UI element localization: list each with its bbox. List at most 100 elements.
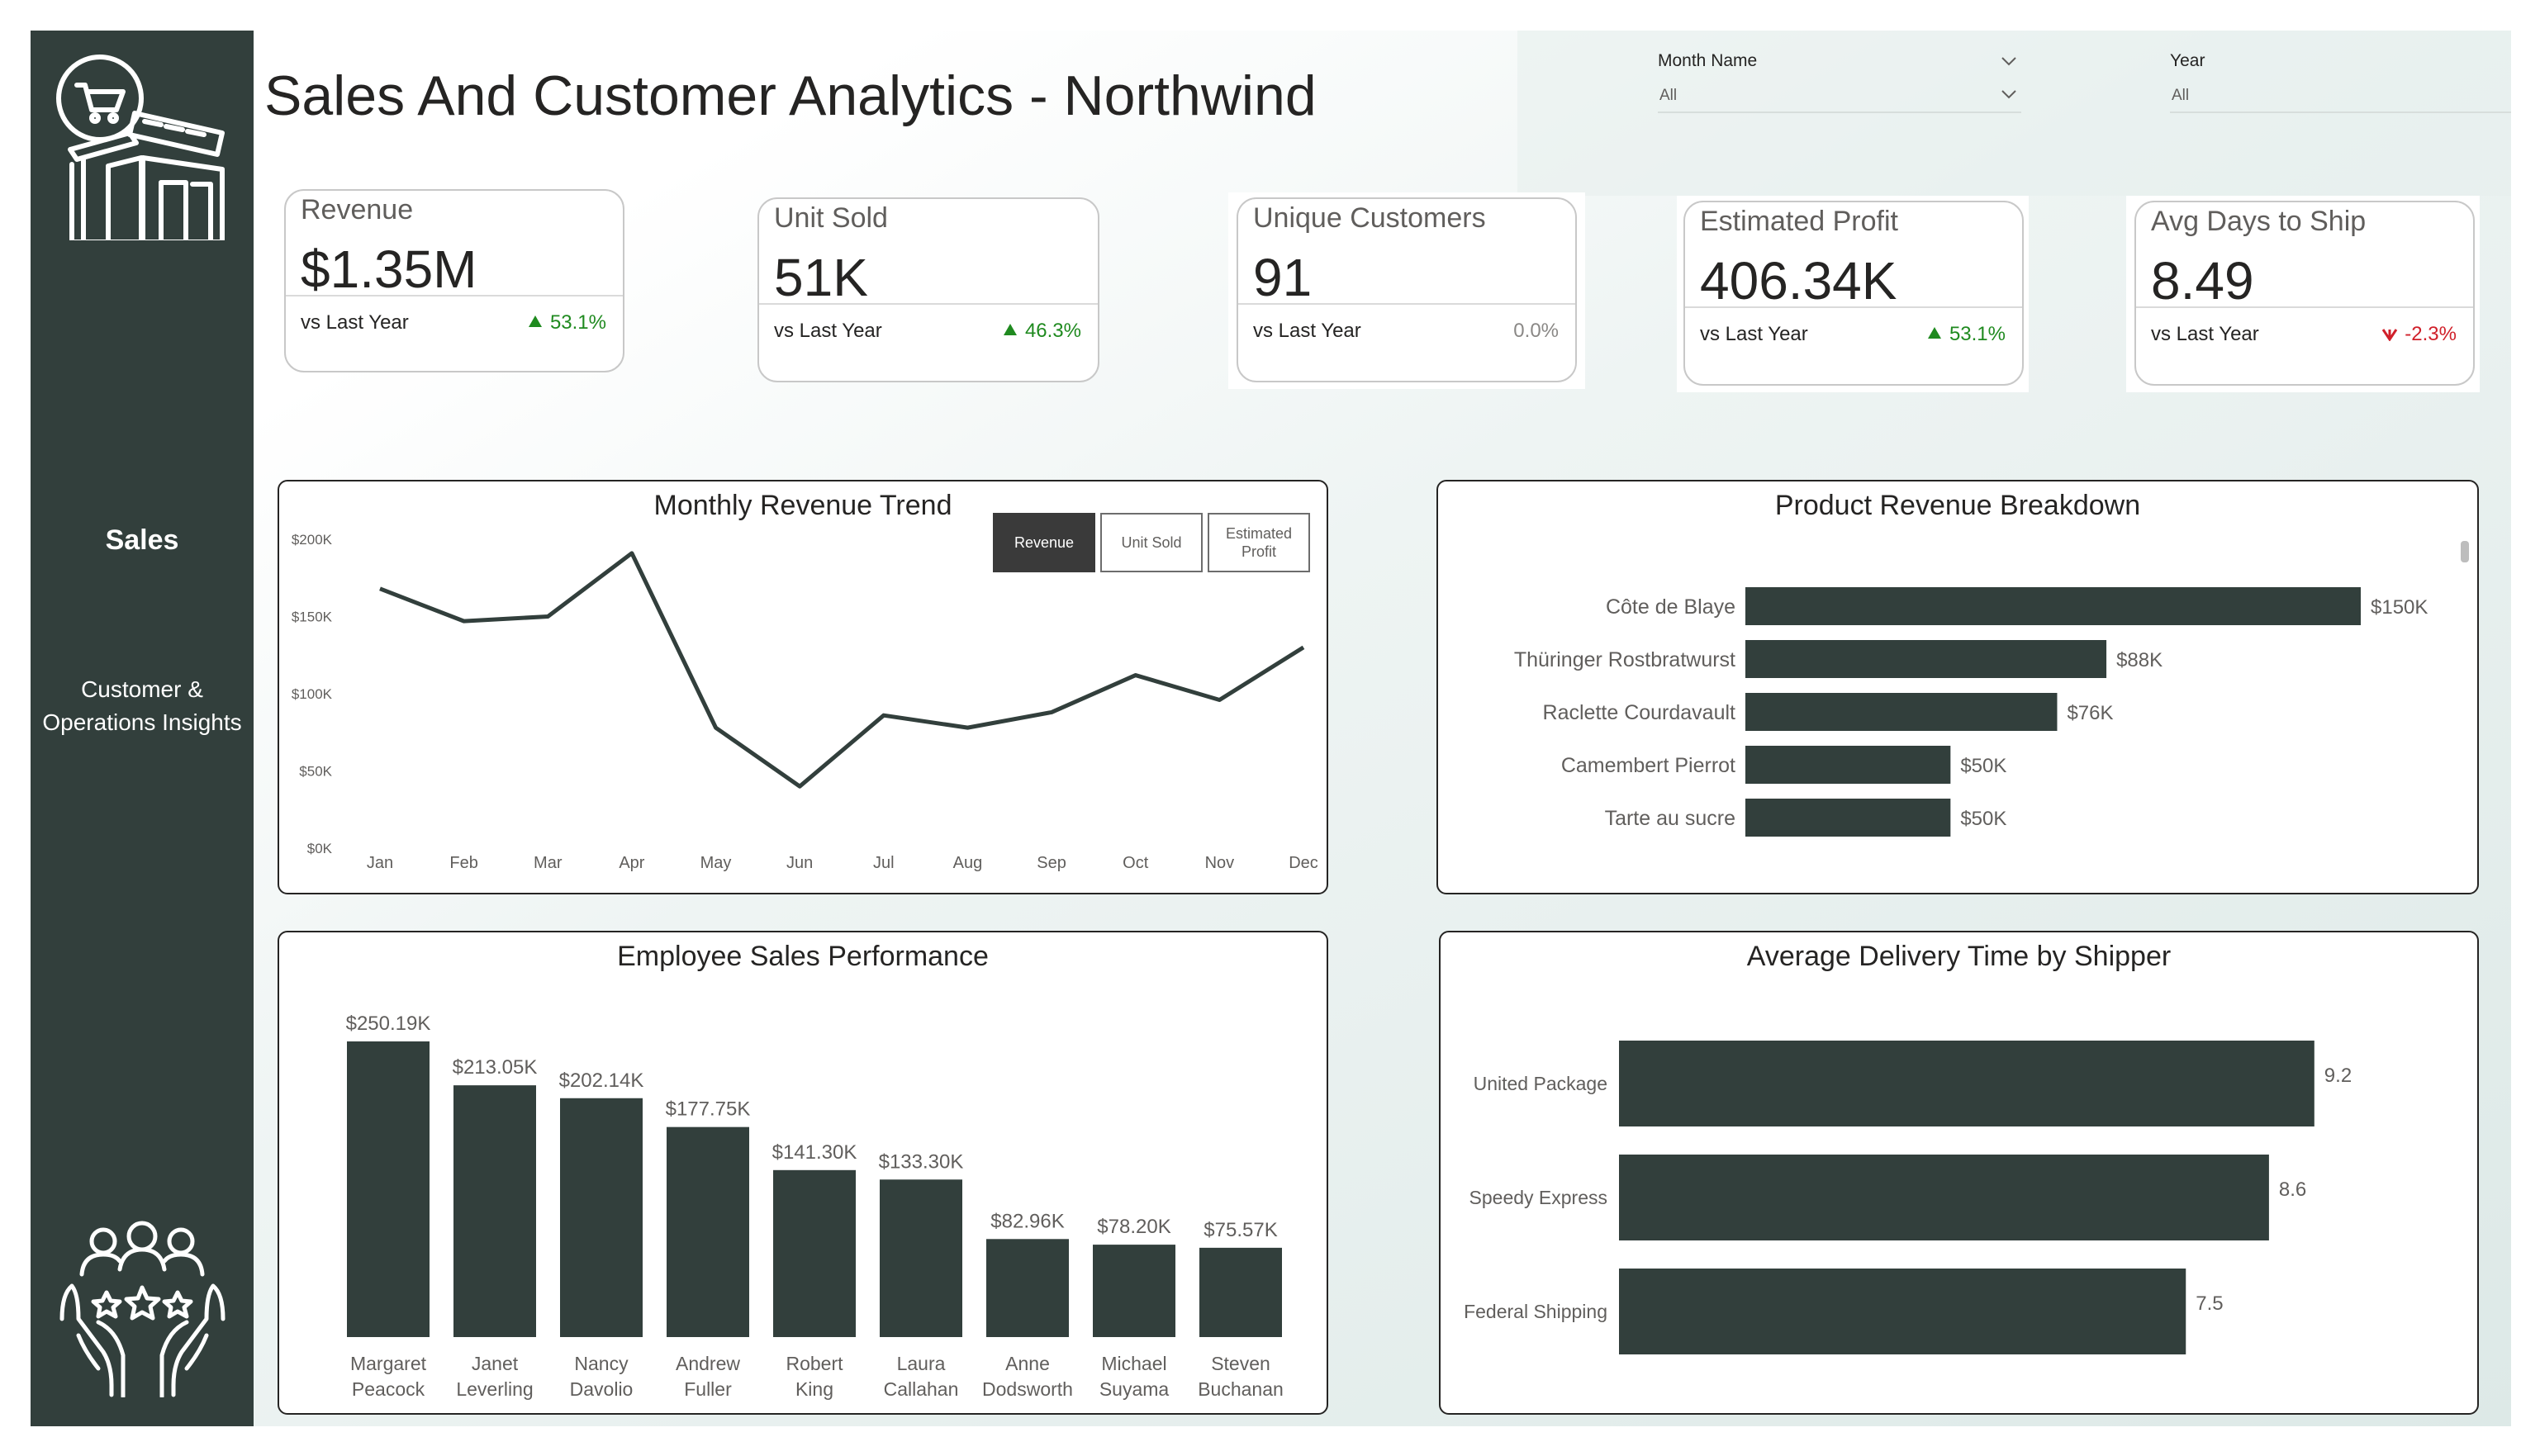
employee-sales-performance-card: Employee Sales Performance $250.19K Marga… — [278, 931, 1328, 1415]
average-delivery-time-card: Average Delivery Time by Shipper United … — [1439, 931, 2479, 1415]
trend-up-icon — [1927, 327, 1941, 339]
kpi-change: 53.1% — [1927, 323, 2006, 346]
month-select[interactable]: All — [1658, 83, 2021, 113]
kpi-value: $1.35M — [301, 240, 477, 299]
data-label: 9.2 — [2324, 1065, 2352, 1087]
employee-bar — [986, 1239, 1069, 1337]
data-label: $213.05K — [453, 1056, 538, 1079]
kpi-change-value: 0.0% — [1513, 320, 1559, 342]
kpi-card-revenue: Revenue $1.35M vs Last Year 53.1% — [284, 189, 624, 372]
data-label: 8.6 — [2279, 1179, 2306, 1201]
toggle-unit-sold-button[interactable]: Unit Sold — [1100, 513, 1203, 572]
kpi-comparison-label: vs Last Year — [2151, 323, 2259, 345]
kpi-divider — [1238, 303, 1575, 305]
kpi-change-value: 53.1% — [1949, 323, 2006, 345]
trend-up-icon — [1003, 324, 1017, 335]
toggle-label-line1: Estimated — [1225, 525, 1293, 542]
employee-bar — [1199, 1247, 1282, 1337]
category-label: Thüringer Rostbratwurst — [1514, 648, 1735, 671]
kpi-card-unique-customers: Unique Customers 91 vs Last Year 0.0% — [1237, 197, 1577, 382]
revenue-series-line — [379, 551, 1305, 789]
category-label: Raclette Courdavault — [1543, 701, 1736, 724]
toggle-label-line2: Profit — [1241, 543, 1276, 560]
chevron-down-icon[interactable] — [2000, 52, 2018, 70]
data-label: $88K — [2116, 649, 2163, 671]
report-canvas: Sales Customer & Operations Insights Sal… — [31, 31, 2511, 1426]
product-revenue-bar-chart: Côte de Blaye $150K Thüringer Rostbratwurs… — [1514, 587, 2428, 837]
month-select-value: All — [1659, 87, 1678, 104]
category-label: Speedy Express — [1469, 1187, 1607, 1208]
kpi-comparison-label: vs Last Year — [1253, 320, 1361, 342]
nav-sales[interactable]: Sales — [31, 524, 254, 557]
monthly-revenue-trend-card: Monthly Revenue Trend $0K $50K $100K $150K $… — [278, 480, 1328, 894]
y-tick-label: $50K — [299, 764, 332, 780]
category-label-first: Steven — [1211, 1353, 1270, 1374]
category-label-first: Laura — [897, 1353, 946, 1374]
x-tick-label: Oct — [1123, 854, 1149, 872]
data-label: 7.5 — [2196, 1292, 2223, 1315]
category-label: Federal Shipping — [1464, 1301, 1607, 1322]
category-label-last: Callahan — [884, 1378, 959, 1400]
category-label: Côte de Blaye — [1606, 595, 1735, 619]
kpi-card-unit-sold: Unit Sold 51K vs Last Year 46.3% — [757, 197, 1099, 382]
product-bar — [1745, 693, 2058, 731]
sidebar: Sales Customer & Operations Insights — [31, 31, 254, 1426]
product-revenue-breakdown-card: Product Revenue Breakdown Côte de Blaye $… — [1436, 480, 2479, 894]
y-tick-label: $0K — [307, 841, 333, 856]
shipper-bar — [1619, 1269, 2186, 1354]
x-tick-label: Apr — [619, 854, 644, 872]
kpi-change: -2.3% — [2381, 323, 2457, 346]
x-tick-label: Jul — [873, 854, 895, 872]
category-label-first: Janet — [472, 1353, 519, 1374]
year-select[interactable]: All — [2170, 83, 2511, 113]
x-tick-label: Mar — [534, 854, 563, 872]
kpi-divider — [1685, 306, 2022, 308]
product-bar — [1745, 587, 2361, 625]
toggle-revenue-button[interactable]: Revenue — [993, 513, 1095, 572]
kpi-title: Avg Days to Ship — [2151, 206, 2367, 237]
toggle-estimated-profit-button[interactable]: Estimated Profit — [1208, 513, 1310, 572]
kpi-title: Revenue — [301, 194, 414, 225]
x-tick-label: Feb — [449, 854, 477, 872]
category-label: Tarte au sucre — [1605, 807, 1735, 830]
category-label-last: Fuller — [684, 1378, 732, 1400]
shipper-bar — [1619, 1155, 2269, 1240]
kpi-comparison-label: vs Last Year — [774, 320, 882, 342]
category-label-last: Suyama — [1099, 1378, 1170, 1400]
month-slicer-label: Month Name — [1658, 51, 1758, 70]
employee-bar — [453, 1085, 536, 1337]
kpi-change-value: -2.3% — [2405, 323, 2457, 345]
trend-down-icon — [2382, 329, 2398, 341]
filter-panel: Month Name All Year All — [1517, 31, 2511, 196]
nav-insights-line1: Customer & — [81, 676, 203, 702]
kpi-divider — [286, 295, 623, 296]
employee-bar — [1093, 1245, 1175, 1337]
kpi-comparison-label: vs Last Year — [301, 311, 409, 334]
category-label-last: King — [795, 1378, 833, 1400]
category-label: Camembert Pierrot — [1561, 754, 1735, 777]
kpi-card-estimated-profit: Estimated Profit 406.34K vs Last Year 53… — [1683, 201, 2024, 386]
page-title: Sales And Customer Analytics - Northwind — [264, 64, 1317, 127]
data-label: $177.75K — [666, 1098, 751, 1121]
employee-bar — [347, 1041, 430, 1337]
y-tick-label: $200K — [292, 532, 333, 548]
kpi-change: 53.1% — [528, 311, 606, 334]
kpi-change-value: 53.1% — [549, 311, 606, 334]
year-slicer-label: Year — [2170, 51, 2205, 70]
data-label: $78.20K — [1097, 1216, 1170, 1238]
kpi-comparison-label: vs Last Year — [1700, 323, 1808, 345]
vertical-scrollbar[interactable] — [2461, 541, 2469, 562]
product-bar — [1745, 640, 2107, 678]
employee-bar — [667, 1126, 749, 1337]
data-label: $50K — [1960, 755, 2006, 777]
employee-bar — [773, 1169, 856, 1337]
kpi-title: Unique Customers — [1253, 202, 1486, 234]
kpi-divider — [2136, 306, 2473, 308]
category-label-first: Michael — [1101, 1353, 1166, 1374]
category-label: United Package — [1474, 1073, 1607, 1094]
kpi-change: 46.3% — [1003, 320, 1081, 343]
nav-customer-operations-insights[interactable]: Customer & Operations Insights — [31, 673, 254, 739]
trend-up-icon — [528, 315, 542, 327]
data-label: $75.57K — [1204, 1219, 1277, 1241]
x-tick-label: Sep — [1037, 854, 1066, 872]
